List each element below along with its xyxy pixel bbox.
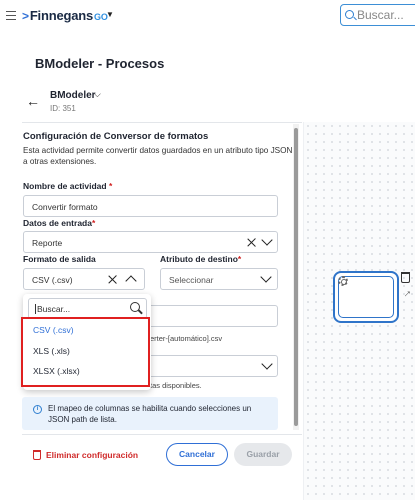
process-chevron-down-icon[interactable]: ⌵ [94,89,101,100]
brand-name: Finnegans [29,8,94,23]
delete-config-button[interactable]: Eliminar configuración [46,450,138,460]
activity-name-label-text: Nombre de actividad [23,181,107,191]
header-divider [22,122,302,123]
node-trash-icon[interactable] [401,272,410,283]
dropdown-search-placeholder: Buscar... [37,304,71,314]
target-attr-placeholder: Seleccionar [169,275,214,285]
global-search-input[interactable]: Buscar... [340,4,415,26]
info-banner-text: El mapeo de columnas se habilita cuando … [48,404,252,424]
target-attr-chevron-down-icon[interactable] [260,271,272,283]
back-arrow-icon[interactable]: ← [26,93,40,109]
target-attr-select[interactable]: Seleccionar [160,268,278,290]
output-format-label: Formato de salida [23,254,96,264]
save-button[interactable]: Guardar [234,443,292,466]
input-data-value: Reporte [32,238,63,248]
target-attr-label: Atributo de destino* [160,254,241,264]
top-bar: >FinnegansGO ▼ Buscar... [0,0,415,34]
process-id: ID: 351 [50,104,76,113]
brand-logo[interactable]: >FinnegansGO [22,8,108,23]
gear-icon [338,276,348,286]
brand-dropdown-caret-icon[interactable]: ▼ [106,10,114,19]
target-attr-label-text: Atributo de destino [160,254,238,264]
required-mark: * [237,254,242,264]
input-data-label: Datos de entrada* [23,218,95,228]
input-data-chevron-down-icon[interactable] [261,234,273,246]
info-icon: i [33,405,42,414]
dropdown-search-input[interactable]: Buscar... [28,298,147,319]
trash-icon [33,450,41,460]
input-data-select[interactable]: Reporte [23,231,278,253]
output-format-value: CSV (.csv) [32,275,73,285]
search-icon [345,10,354,19]
cancel-button[interactable]: Cancelar [166,443,228,466]
clear-input-data-icon[interactable] [247,238,256,247]
output-format-select[interactable]: CSV (.csv) [23,268,145,290]
activity-name-value: Convertir formato [32,202,98,212]
global-search-placeholder: Buscar... [357,8,404,22]
brand-chevron-icon: > [22,9,29,23]
hamburger-menu-icon[interactable] [6,11,16,20]
config-description: Esta actividad permite convertir datos g… [23,146,293,166]
columns-hint: tas disponibles. [150,381,202,390]
clear-output-format-icon[interactable] [108,275,117,284]
text-cursor [35,304,36,314]
columns-chevron-down-icon[interactable] [261,358,273,370]
input-data-label-text: Datos de entrada [23,218,92,228]
config-title: Configuración de Conversor de formatos [23,131,209,142]
highlight-box [21,317,150,387]
activity-name-label: Nombre de actividad * [23,181,112,191]
activity-name-field[interactable]: Convertir formato [23,195,278,217]
required-mark: * [108,181,113,191]
footer-divider [22,434,302,435]
panel-scrollbar-thumb[interactable] [294,128,298,426]
filename-hint: erter-[automático].csv [150,334,223,343]
process-name[interactable]: BModeler [50,90,96,101]
output-format-chevron-up-icon[interactable] [125,275,137,287]
required-mark: * [91,218,96,228]
page-title: BModeler - Procesos [35,56,165,71]
search-icon [130,302,140,312]
